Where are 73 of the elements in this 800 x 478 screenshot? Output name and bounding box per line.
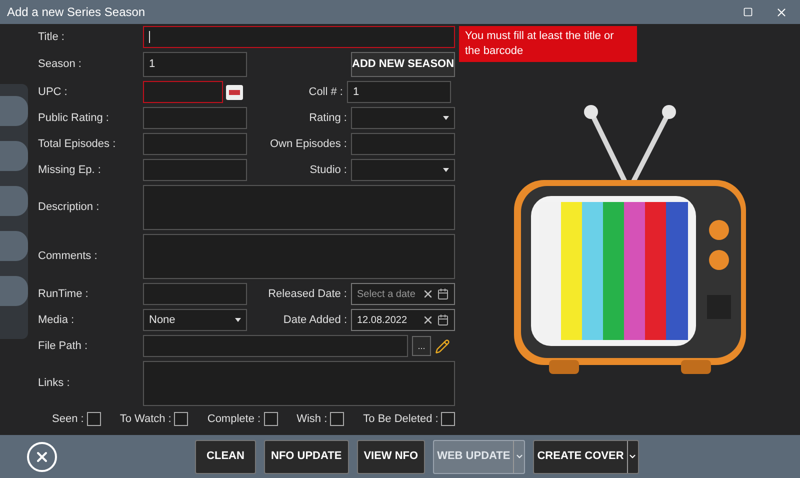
side-tab[interactable] <box>0 186 28 216</box>
field-label: Released Date : <box>268 286 347 302</box>
text-field[interactable]: 1 <box>143 52 247 77</box>
text-field[interactable] <box>143 133 247 155</box>
split-button[interactable]: CREATE COVER <box>533 440 639 474</box>
dropdown[interactable] <box>351 159 455 181</box>
clear-icon[interactable] <box>422 288 434 300</box>
dropdown[interactable] <box>351 107 455 129</box>
field-label: Date Added : <box>283 312 347 328</box>
action-button[interactable]: VIEW NFO <box>356 440 426 474</box>
text-field[interactable] <box>143 283 247 305</box>
window-title: Add a new Series Season <box>7 4 146 21</box>
caret-icon <box>235 318 241 322</box>
field-label: Total Episodes : <box>38 136 116 152</box>
maximize-icon[interactable] <box>743 7 753 17</box>
caret-icon <box>443 116 449 120</box>
field-label: RunTime : <box>38 286 88 302</box>
text-field[interactable] <box>143 159 247 181</box>
calendar-icon[interactable] <box>437 314 449 326</box>
close-button[interactable] <box>27 442 57 472</box>
path-field[interactable] <box>143 335 408 357</box>
field-label: Rating : <box>309 110 347 126</box>
checkbox-label: Wish : <box>296 412 328 427</box>
field-label: File Path : <box>38 338 88 354</box>
side-tab[interactable] <box>0 231 28 261</box>
close-icon[interactable] <box>775 6 788 18</box>
checkbox-label: To Be Deleted : <box>363 412 438 427</box>
caret-icon <box>443 168 449 172</box>
field-label: Media : <box>38 312 74 328</box>
field-label: Coll # : <box>308 84 343 100</box>
checkbox-label: Seen : <box>52 412 84 427</box>
caret-icon[interactable] <box>626 440 638 472</box>
action-button[interactable]: CLEAN <box>195 440 256 474</box>
field-label: Studio : <box>310 162 347 178</box>
calendar-icon[interactable] <box>437 288 449 300</box>
field-label: Public Rating : <box>38 110 109 126</box>
text-field[interactable] <box>143 26 455 48</box>
field-label: Comments : <box>38 249 98 264</box>
action-button[interactable]: NFO UPDATE <box>264 440 349 474</box>
field-label: Title : <box>38 30 64 45</box>
text-field[interactable] <box>143 107 247 129</box>
checkbox[interactable] <box>330 412 344 426</box>
text-area[interactable] <box>143 234 455 279</box>
add-season-button[interactable]: ADD NEW SEASON <box>351 52 455 77</box>
barcode-button[interactable] <box>226 84 243 100</box>
field-label: Own Episodes : <box>270 136 347 152</box>
checkbox[interactable] <box>86 412 101 426</box>
field-label: Season : <box>38 57 82 72</box>
date-picker[interactable]: Select a date <box>351 283 455 305</box>
side-tab[interactable] <box>0 96 28 126</box>
checkbox-label: To Watch : <box>120 412 172 427</box>
field-label: Missing Ep. : <box>38 162 101 178</box>
button-label[interactable]: CREATE COVER <box>534 448 627 465</box>
side-tab[interactable] <box>0 276 28 306</box>
text-area[interactable] <box>143 185 455 230</box>
text-field[interactable] <box>143 81 223 103</box>
clear-icon[interactable] <box>422 314 434 326</box>
field-label: Description : <box>38 200 100 216</box>
field-label: UPC : <box>38 84 68 100</box>
checkbox[interactable] <box>264 412 278 426</box>
pencil-icon[interactable] <box>435 338 450 354</box>
checkbox-label: Complete : <box>207 412 261 427</box>
checkbox[interactable] <box>441 412 456 426</box>
text-field[interactable]: 1 <box>347 81 451 103</box>
validation-tooltip: You must fill at least the title or the barcode <box>459 26 637 62</box>
field-label: Links : <box>38 376 70 392</box>
date-picker[interactable]: 12.08.2022 <box>351 309 455 331</box>
checkbox[interactable] <box>174 412 188 426</box>
side-tab[interactable] <box>0 141 28 171</box>
dropdown[interactable]: None <box>143 309 247 331</box>
browse-button[interactable]: ... <box>412 336 431 356</box>
text-area[interactable] <box>143 361 455 406</box>
text-field[interactable] <box>351 133 455 155</box>
